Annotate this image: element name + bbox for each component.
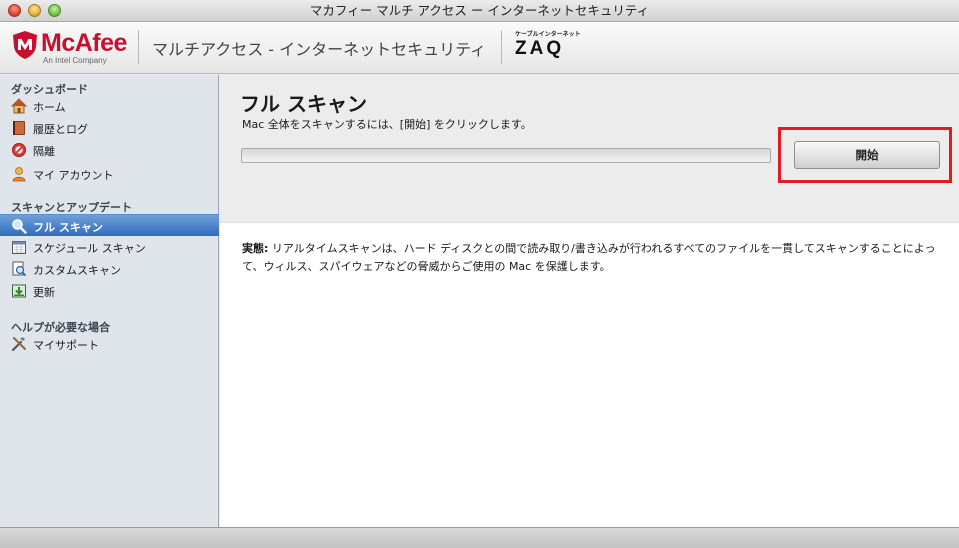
sidebar-item-label: 更新 bbox=[33, 286, 55, 299]
sidebar-item-full-scan[interactable]: フル スキャン bbox=[0, 214, 219, 236]
sidebar-item-quarantine[interactable]: 隔離 bbox=[0, 139, 219, 161]
minimize-window-button[interactable] bbox=[28, 4, 41, 17]
sidebar-item-label: フル スキャン bbox=[33, 221, 103, 234]
quarantine-icon bbox=[12, 143, 26, 157]
description-text: リアルタイムスキャンは、ハード ディスクとの間で読み取り/書き込みが行われるすべ… bbox=[242, 242, 936, 273]
page-title: フル スキャン bbox=[240, 92, 367, 116]
status-bar bbox=[0, 527, 959, 548]
update-icon bbox=[12, 284, 26, 298]
zoom-window-button[interactable] bbox=[48, 4, 61, 17]
page-subtitle: Mac 全体をスキャンするには、[開始] をクリックします。 bbox=[242, 118, 532, 131]
main-panel: フル スキャン Mac 全体をスキャンするには、[開始] をクリックします。 開… bbox=[220, 75, 959, 527]
scan-progress-bar bbox=[241, 148, 771, 163]
log-book-icon bbox=[13, 121, 25, 135]
sidebar-item-history-log[interactable]: 履歴とログ bbox=[0, 117, 219, 139]
description-label: 実態: bbox=[242, 242, 269, 255]
tools-icon bbox=[11, 337, 26, 352]
sidebar-item-scheduled-scan[interactable]: スケジュール スキャン bbox=[0, 236, 219, 258]
account-icon bbox=[12, 167, 26, 182]
mcafee-shield-icon bbox=[13, 31, 37, 59]
sidebar-item-label: マイサポート bbox=[33, 339, 99, 352]
sidebar-section-title: スキャンとアップデート bbox=[11, 201, 132, 214]
start-scan-button[interactable]: 開始 bbox=[794, 141, 940, 169]
sidebar-item-my-account[interactable]: マイ アカウント bbox=[0, 163, 219, 185]
sidebar-item-my-support[interactable]: マイサポート bbox=[0, 333, 219, 355]
calendar-icon bbox=[12, 241, 26, 254]
custom-scan-icon bbox=[12, 261, 27, 277]
scan-control-area: フル スキャン Mac 全体をスキャンするには、[開始] をクリックします。 開… bbox=[220, 75, 959, 223]
sidebar: ダッシュボード ホーム 履歴とログ 隔離 マイ アカウント スキャンとアップデー… bbox=[0, 75, 219, 527]
sidebar-item-label: カスタムスキャン bbox=[33, 264, 121, 277]
sidebar-item-home[interactable]: ホーム bbox=[0, 95, 219, 117]
scan-description: 実態: リアルタイムスキャンは、ハード ディスクとの間で読み取り/書き込みが行わ… bbox=[242, 240, 942, 276]
sidebar-item-label: 隔離 bbox=[33, 145, 55, 158]
brand-logo-text: McAfee bbox=[41, 29, 127, 57]
app-header: McAfee An Intel Company マルチアクセス - インターネッ… bbox=[0, 22, 959, 74]
window-title: マカフィー マルチ アクセス ー インターネットセキュリティ bbox=[309, 3, 650, 18]
magnifier-icon bbox=[12, 219, 27, 234]
sidebar-item-update[interactable]: 更新 bbox=[0, 280, 219, 302]
header-divider bbox=[501, 30, 502, 64]
partner-tagline: ケーブルインターネット bbox=[515, 31, 581, 38]
close-window-button[interactable] bbox=[8, 4, 21, 17]
partner-logo: ZAQ bbox=[515, 38, 565, 59]
sidebar-item-custom-scan[interactable]: カスタムスキャン bbox=[0, 258, 219, 280]
sidebar-item-label: マイ アカウント bbox=[33, 169, 114, 182]
sidebar-item-label: 履歴とログ bbox=[33, 123, 88, 136]
header-divider bbox=[138, 30, 139, 64]
brand-subtitle: An Intel Company bbox=[43, 56, 107, 65]
sidebar-item-label: スケジュール スキャン bbox=[33, 242, 146, 255]
home-icon bbox=[11, 98, 27, 114]
sidebar-item-label: ホーム bbox=[33, 101, 66, 114]
window-titlebar: マカフィー マルチ アクセス ー インターネットセキュリティ bbox=[0, 0, 959, 22]
product-title: マルチアクセス - インターネットセキュリティ bbox=[152, 40, 487, 59]
